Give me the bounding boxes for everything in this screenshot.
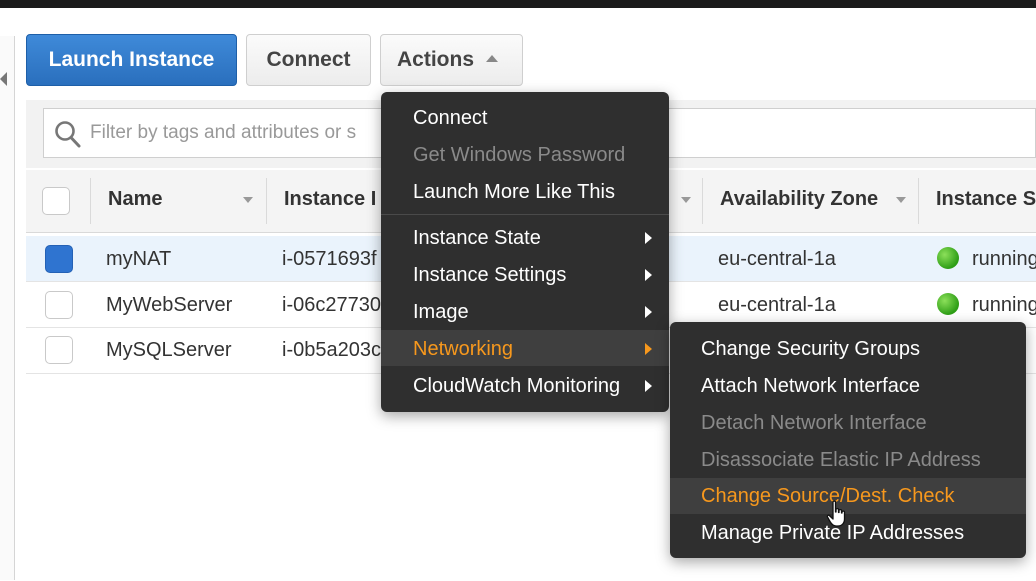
menu-item-image[interactable]: Image <box>413 301 469 324</box>
row-checkbox[interactable] <box>45 291 73 319</box>
menu-item-launch-more-like-this[interactable]: Launch More Like This <box>413 181 615 204</box>
sort-caret-icon[interactable] <box>681 197 691 203</box>
connect-label: Connect <box>266 48 351 71</box>
chevron-right-icon <box>645 380 652 392</box>
menu-item-get-windows-password: Get Windows Password <box>413 144 626 166</box>
chevron-up-icon <box>486 54 499 62</box>
column-header-availability-zone[interactable]: Availability Zone <box>720 188 878 211</box>
search-icon <box>55 121 81 148</box>
status-running-icon <box>937 247 959 269</box>
sort-caret-icon[interactable] <box>243 197 253 203</box>
instance-id: i-0b5a203c <box>282 339 381 361</box>
instance-id: i-06c27730 <box>282 294 381 316</box>
top-bar <box>0 0 1036 8</box>
chevron-right-icon <box>645 269 652 281</box>
column-header-name[interactable]: Name <box>108 188 162 211</box>
launch-instance-label: Launch Instance <box>48 48 215 71</box>
status-running-icon <box>937 293 959 315</box>
menu-item-instance-state[interactable]: Instance State <box>413 227 541 250</box>
chevron-right-icon <box>645 306 652 318</box>
collapse-left-icon[interactable] <box>0 72 7 86</box>
connect-button[interactable]: Connect <box>246 34 371 86</box>
left-nav-panel <box>0 36 15 580</box>
menu-item-connect[interactable]: Connect <box>413 107 488 130</box>
row-checkbox[interactable] <box>45 336 73 364</box>
sort-caret-icon[interactable] <box>896 197 906 203</box>
instance-name: MySQLServer <box>106 339 232 361</box>
availability-zone: eu-central-1a <box>718 248 836 270</box>
instance-state: running <box>972 294 1036 316</box>
instance-state: running <box>972 248 1036 270</box>
column-header-instance-id[interactable]: Instance I <box>284 188 376 211</box>
chevron-right-icon <box>645 232 652 244</box>
instance-name: myNAT <box>106 248 172 270</box>
actions-button[interactable]: Actions <box>380 34 523 86</box>
hand-cursor-icon <box>826 500 846 527</box>
instance-id: i-0571693f <box>282 248 377 270</box>
menu-item-instance-settings[interactable]: Instance Settings <box>413 264 566 287</box>
submenu-item-attach-network-interface[interactable]: Attach Network Interface <box>701 375 920 398</box>
select-all-checkbox[interactable] <box>42 187 70 215</box>
menu-divider <box>381 214 669 215</box>
submenu-item-change-security-groups[interactable]: Change Security Groups <box>701 338 920 361</box>
availability-zone: eu-central-1a <box>718 294 836 316</box>
column-divider <box>90 178 91 224</box>
submenu-item-disassociate-elastic-ip: Disassociate Elastic IP Address <box>701 449 981 471</box>
menu-item-networking[interactable]: Networking <box>413 338 513 361</box>
column-header-instance-state[interactable]: Instance S <box>936 188 1036 211</box>
menu-item-cloudwatch-monitoring[interactable]: CloudWatch Monitoring <box>413 375 620 398</box>
column-divider <box>918 178 919 224</box>
search-placeholder: Filter by tags and attributes or s <box>90 122 357 143</box>
launch-instance-button[interactable]: Launch Instance <box>26 34 237 86</box>
submenu-item-detach-network-interface: Detach Network Interface <box>701 412 927 434</box>
column-divider <box>702 178 703 224</box>
actions-label: Actions <box>397 48 475 71</box>
row-checkbox[interactable] <box>45 245 73 273</box>
chevron-right-icon <box>645 343 652 355</box>
column-divider <box>266 178 267 224</box>
instance-name: MyWebServer <box>106 294 233 316</box>
